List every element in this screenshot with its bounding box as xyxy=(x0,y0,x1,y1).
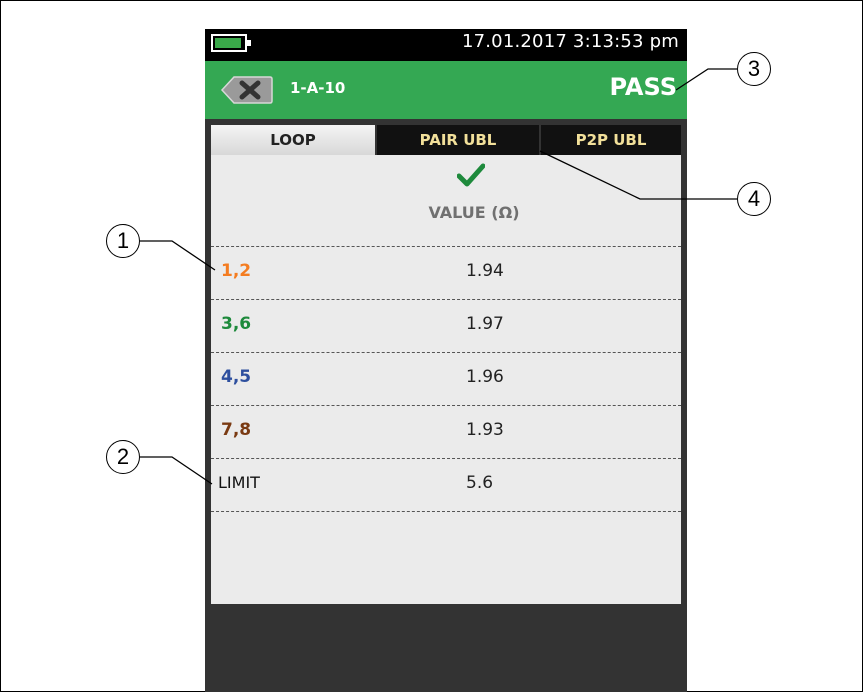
callout-leaders xyxy=(140,68,737,485)
callout-1: 1 xyxy=(106,224,140,258)
callout-2: 2 xyxy=(106,440,140,474)
callout-4: 4 xyxy=(737,182,771,216)
callout-3: 3 xyxy=(737,52,771,86)
